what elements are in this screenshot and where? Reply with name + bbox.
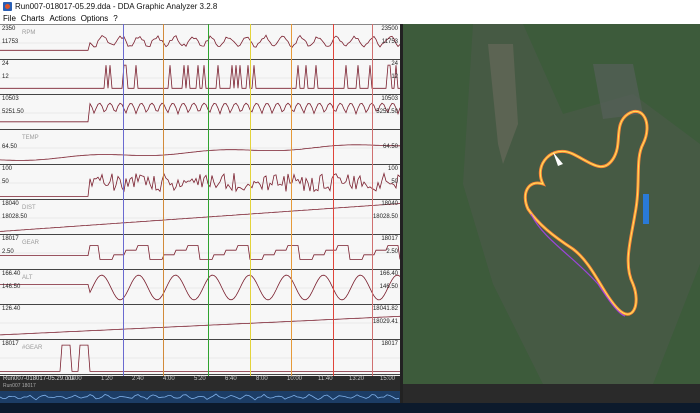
scale-top-right: 100	[387, 166, 398, 172]
menu-options[interactable]: Options	[81, 14, 109, 23]
time-tick-label: 8:00	[256, 376, 268, 382]
panel-trace	[0, 274, 400, 301]
scale-mid-left: 5251.50	[2, 109, 24, 115]
time-tick-label: 6:40	[225, 376, 237, 382]
channel-name: ALT	[22, 275, 33, 281]
scale-mid-left: 64.50	[2, 144, 18, 150]
panel-trace	[0, 102, 400, 123]
telemetry-panel[interactable]: 100 50 100 50	[0, 165, 400, 200]
scale-top-left: 166.40	[2, 271, 21, 277]
scale-mid-left: 146.50	[2, 284, 21, 290]
menu-help[interactable]: ?	[113, 14, 117, 23]
scale-mid-left: 50	[2, 179, 9, 185]
time-tick-label: 2:40	[132, 376, 144, 382]
scale-mid-right: 146.50	[379, 284, 398, 290]
telemetry-panel[interactable]: 10503 5251.50 10503 5251.50	[0, 95, 400, 130]
overview-trace	[0, 393, 400, 401]
scale-top-left: 2350	[2, 26, 16, 32]
panel-trace	[0, 344, 400, 372]
time-tick-label: 0:00	[70, 376, 82, 382]
cursor-line[interactable]	[123, 24, 124, 376]
scale-mid-left: 11753	[2, 39, 19, 45]
scale-top-left: 126.40	[2, 306, 21, 312]
scale-mid-right: 18028.50	[372, 214, 398, 220]
overview-strip[interactable]	[0, 391, 400, 403]
scale-top-left: 18017	[2, 236, 19, 242]
cursor-line[interactable]	[372, 24, 373, 376]
panel-trace	[0, 144, 400, 161]
scale-top-left: 24	[2, 61, 9, 67]
scale-mid-right: 2.50	[386, 249, 398, 255]
channel-name: GEAR	[22, 240, 40, 246]
title-bar: Run007-018017-05.29.dda - DDA Graphic An…	[0, 0, 700, 13]
scale-top-right: 18017	[381, 236, 398, 242]
panel-trace	[0, 64, 400, 89]
telemetry-panel[interactable]: 64.50 64.50 TEMP	[0, 130, 400, 165]
status-filename: Run007-018017-05.29.dda	[3, 376, 75, 382]
window-title: Run007-018017-05.29.dda - DDA Graphic An…	[15, 2, 218, 11]
scale-mid-left: 18028.50	[2, 214, 28, 220]
menu-charts[interactable]: Charts	[21, 14, 45, 23]
telemetry-panel[interactable]: 18040 18028.50 18040 18028.50 DIST	[0, 200, 400, 235]
scale-top-left: 10503	[2, 96, 19, 102]
panel-trace	[0, 315, 400, 336]
status-subtext: Run007 18017	[3, 383, 36, 389]
cursor-line[interactable]	[250, 24, 251, 376]
chart-area[interactable]: 2350 11753 23500 11753 RPM 24 12 24 12 10503 5251.…	[0, 24, 400, 377]
telemetry-panel[interactable]: 126.40 18041.82 18029.41	[0, 305, 400, 340]
cursor-line[interactable]	[208, 24, 209, 376]
scale-top-left: 18040	[2, 201, 19, 207]
cursor-line[interactable]	[291, 24, 292, 376]
channel-name: #GEAR	[22, 345, 43, 351]
telemetry-panel[interactable]: 166.40 146.50 166.40 146.50 ALT	[0, 270, 400, 305]
scale-top-right: 166.40	[379, 271, 398, 277]
scale-mid-right: 12	[391, 74, 398, 80]
scale-top-left: 18017	[2, 341, 19, 347]
channel-name: TEMP	[22, 135, 39, 141]
panel-trace	[0, 34, 400, 51]
panel-trace	[0, 203, 400, 232]
scale-mid-right: 64.50	[382, 144, 398, 150]
scale-mid-right: 18029.41	[372, 319, 398, 325]
scale-top-left: 100	[2, 166, 13, 172]
taskbar	[0, 403, 700, 413]
scale-mid-right: 5251.50	[376, 109, 398, 115]
time-tick-label: 5:20	[194, 376, 206, 382]
scale-top-right: 18041.82	[372, 306, 398, 312]
track-map-svg	[403, 24, 700, 384]
time-tick-label: 1:20	[101, 376, 113, 382]
track-map[interactable]	[403, 24, 700, 384]
scale-mid-left: 12	[2, 74, 9, 80]
menu-file[interactable]: File	[3, 14, 16, 23]
time-tick-label: 4:00	[163, 376, 175, 382]
map-controls[interactable]	[403, 384, 700, 403]
telemetry-panel[interactable]: 18017 18017 #GEAR	[0, 340, 400, 375]
scale-top-right: 18017	[381, 341, 398, 347]
app-icon	[3, 2, 12, 11]
scale-mid-right: 50	[391, 179, 398, 185]
telemetry-panel[interactable]: 18017 2.50 18017 2.50 GEAR	[0, 235, 400, 270]
time-tick-label: 10:00	[287, 376, 303, 382]
scale-top-right: 24	[391, 61, 398, 67]
time-tick-label: 13:20	[349, 376, 365, 382]
panel-trace	[0, 245, 400, 260]
menu-bar: File Charts Actions Options ?	[0, 13, 700, 24]
scale-mid-right: 11753	[381, 39, 398, 45]
menu-actions[interactable]: Actions	[49, 14, 75, 23]
scale-top-right: 10503	[381, 96, 398, 102]
scale-top-right: 23500	[381, 26, 398, 32]
cursor-line[interactable]	[163, 24, 164, 376]
scale-mid-left: 2.50	[2, 249, 14, 255]
panel-trace	[0, 172, 400, 197]
cursor-line[interactable]	[333, 24, 334, 376]
channel-name: DIST	[22, 205, 36, 211]
time-tick-label: 15:00	[380, 376, 396, 382]
telemetry-panel[interactable]: 24 12 24 12	[0, 60, 400, 95]
telemetry-panel[interactable]: 2350 11753 23500 11753 RPM	[0, 25, 400, 60]
time-tick-label: 11:40	[318, 376, 333, 382]
scale-top-right: 18040	[381, 201, 398, 207]
channel-name: RPM	[22, 30, 36, 36]
